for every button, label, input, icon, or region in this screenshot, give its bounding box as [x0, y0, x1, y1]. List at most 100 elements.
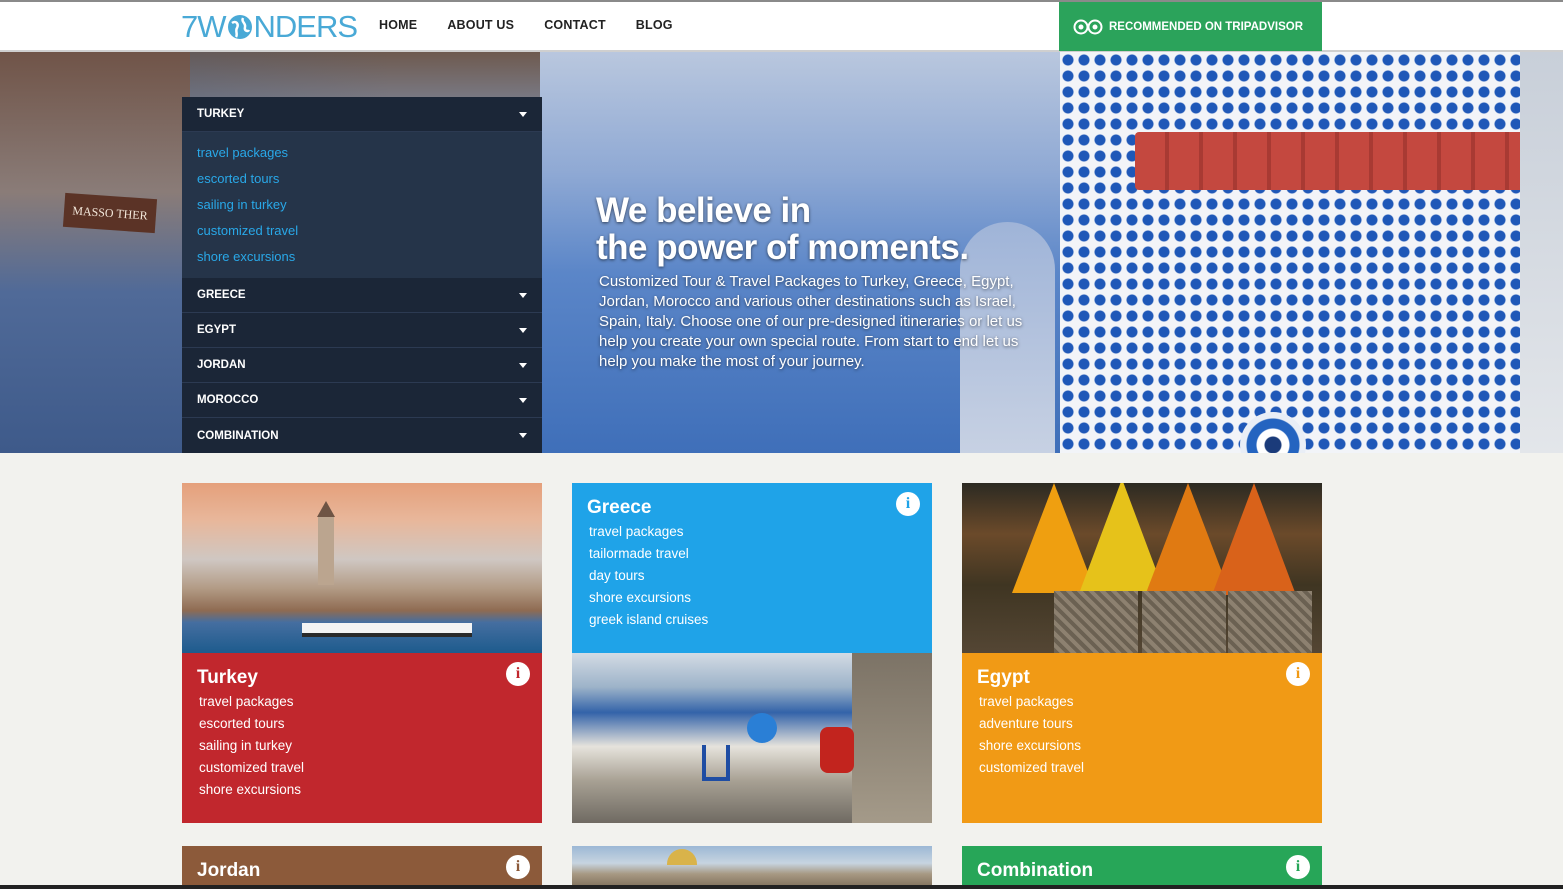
spice-jar — [1228, 591, 1312, 653]
ferry-boat — [302, 623, 472, 637]
nav-contact[interactable]: CONTACT — [544, 18, 606, 32]
hero-photo-roof — [1135, 132, 1535, 190]
caret-down-icon — [519, 292, 527, 298]
info-icon[interactable]: i — [506, 855, 530, 879]
logo-text-nders: NDERS — [253, 9, 359, 44]
submenu-link-customized-travel[interactable]: customized travel — [197, 220, 527, 246]
nav-about-us[interactable]: ABOUT US — [447, 18, 514, 32]
stone-wall — [852, 653, 932, 823]
menu-item-label: EGYPT — [197, 324, 236, 336]
spice-cone — [1212, 483, 1296, 595]
menu-item-greece[interactable]: GREECE — [182, 278, 542, 313]
menu-item-morocco[interactable]: MOROCCO — [182, 383, 542, 418]
hero-photo-tiles — [1060, 52, 1563, 453]
menu-item-label: TURKEY — [197, 108, 245, 120]
caret-down-icon — [519, 111, 527, 117]
hero-headline-line1: We believe in — [596, 191, 811, 230]
caret-down-icon — [519, 397, 527, 403]
card-links: travel packages adventure tours shore ex… — [977, 691, 1308, 779]
egypt-photo — [962, 483, 1322, 653]
spice-jar — [1054, 591, 1138, 653]
menu-item-label: JORDAN — [197, 359, 246, 371]
submenu-link-escorted-tours[interactable]: escorted tours — [197, 168, 527, 194]
card-title: Greece — [587, 497, 652, 518]
nav-home[interactable]: HOME — [379, 18, 417, 32]
card-link[interactable]: shore excursions — [979, 735, 1308, 757]
card-title: Jordan — [197, 860, 261, 881]
hero-shop-sign: MASSO THER — [62, 192, 158, 234]
card-link[interactable]: travel packages — [979, 691, 1308, 713]
bottom-edge — [0, 885, 1563, 889]
jordan-photo — [572, 846, 932, 889]
menu-item-egypt[interactable]: EGYPT — [182, 313, 542, 348]
tripadvisor-label: RECOMMENDED ON TRIPADVISOR — [1109, 20, 1304, 33]
destination-card-jordan-photo[interactable] — [572, 846, 932, 889]
nav-blog[interactable]: BLOG — [636, 18, 673, 32]
blue-pot — [747, 713, 777, 743]
card-links: travel packages escorted tours sailing i… — [197, 691, 528, 801]
info-icon[interactable]: i — [1286, 855, 1310, 879]
card-link[interactable]: tailormade travel — [589, 543, 918, 565]
card-link[interactable]: travel packages — [589, 521, 918, 543]
menu-item-label: COMBINATION — [197, 429, 279, 442]
combination-card-body: Combination i — [962, 846, 1322, 889]
tripadvisor-button[interactable]: RECOMMENDED ON TRIPADVISOR — [1059, 2, 1322, 51]
site-logo[interactable]: 7W NDERS — [181, 9, 359, 44]
golden-dome — [667, 849, 697, 865]
logo-text-7w: 7W — [181, 9, 226, 44]
card-title: Combination — [977, 860, 1094, 881]
hero-photo-right-wall — [1520, 52, 1563, 453]
destination-card-egypt[interactable]: Egypt travel packages adventure tours sh… — [962, 483, 1322, 823]
destination-card-greece[interactable]: Greece travel packages tailormade travel… — [572, 483, 932, 823]
menu-turkey-submenu: travel packages escorted tours sailing i… — [182, 132, 542, 278]
destination-card-turkey[interactable]: Turkey travel packages escorted tours sa… — [182, 483, 542, 823]
info-icon[interactable]: i — [1286, 662, 1310, 686]
info-icon[interactable]: i — [506, 662, 530, 686]
top-navbar: 7W NDERS HOME ABOUT US CONTACT BLOG RECO… — [0, 0, 1563, 52]
hero-headline-line2: the power of moments. — [596, 228, 969, 267]
menu-item-label: GREECE — [197, 289, 246, 301]
caret-down-icon — [519, 327, 527, 333]
card-title: Egypt — [977, 667, 1030, 688]
menu-item-combination[interactable]: COMBINATION — [182, 418, 542, 453]
submenu-link-travel-packages[interactable]: travel packages — [197, 142, 527, 168]
menu-item-turkey[interactable]: TURKEY — [182, 97, 542, 132]
destination-menu: TURKEY travel packages escorted tours sa… — [182, 97, 542, 453]
menu-item-jordan[interactable]: JORDAN — [182, 348, 542, 383]
hero-headline: We believe in the power of moments. — [596, 192, 1046, 266]
card-link[interactable]: sailing in turkey — [199, 735, 528, 757]
card-links: travel packages tailormade travel day to… — [587, 521, 918, 631]
turkey-photo — [182, 483, 542, 653]
hero-photo-left-wall — [0, 52, 190, 453]
destination-card-jordan[interactable]: Jordan i — [182, 846, 542, 889]
tripadvisor-owl-icon — [1073, 19, 1103, 34]
hero-banner: MASSO THER TURKEY travel packages escort… — [0, 52, 1563, 453]
submenu-link-shore-excursions[interactable]: shore excursions — [197, 246, 527, 272]
blue-chair — [702, 745, 730, 781]
card-link[interactable]: day tours — [589, 565, 918, 587]
globe-icon — [227, 15, 252, 39]
turkey-card-body: Turkey travel packages escorted tours sa… — [182, 653, 542, 823]
caret-down-icon — [519, 362, 527, 368]
menu-item-label: MOROCCO — [197, 394, 259, 406]
card-link[interactable]: travel packages — [199, 691, 528, 713]
card-link[interactable]: customized travel — [199, 757, 528, 779]
caret-down-icon — [519, 433, 527, 438]
card-link[interactable]: shore excursions — [589, 587, 918, 609]
spice-jar — [1142, 591, 1226, 653]
card-link[interactable]: shore excursions — [199, 779, 528, 801]
info-icon[interactable]: i — [896, 492, 920, 516]
greece-card-body: Greece travel packages tailormade travel… — [572, 483, 932, 653]
card-link[interactable]: adventure tours — [979, 713, 1308, 735]
card-link[interactable]: customized travel — [979, 757, 1308, 779]
card-link[interactable]: greek island cruises — [589, 609, 918, 631]
egypt-card-body: Egypt travel packages adventure tours sh… — [962, 653, 1322, 823]
card-link[interactable]: escorted tours — [199, 713, 528, 735]
main-nav: HOME ABOUT US CONTACT BLOG — [379, 18, 703, 32]
hero-description: Customized Tour & Travel Packages to Tur… — [599, 273, 1023, 370]
submenu-link-sailing[interactable]: sailing in turkey — [197, 194, 527, 220]
card-title: Turkey — [197, 667, 258, 688]
red-pot — [820, 727, 854, 773]
destination-card-combination[interactable]: Combination i — [962, 846, 1322, 889]
galata-tower — [317, 501, 335, 585]
